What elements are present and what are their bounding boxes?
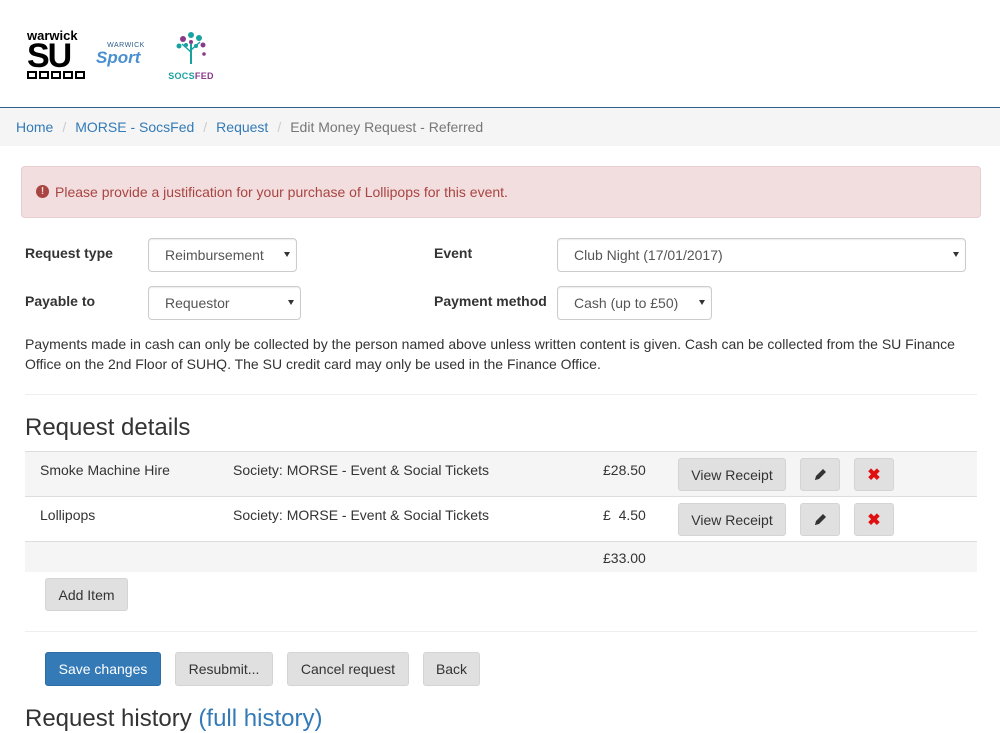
save-changes-button[interactable]: Save changes bbox=[45, 652, 161, 686]
request-details-heading: Request details bbox=[25, 414, 191, 441]
divider bbox=[25, 631, 977, 632]
table-total-row: £33.00 bbox=[25, 541, 977, 572]
full-history-link[interactable]: (full history) bbox=[198, 705, 322, 732]
site-header: warwick SU WARWICK Sport SOCSFED bbox=[0, 0, 1000, 108]
breadcrumb-current: Edit Money Request - Referred bbox=[290, 119, 484, 135]
warwick-su-logo[interactable]: warwick SU bbox=[27, 29, 89, 84]
breadcrumb-society-link[interactable]: MORSE - SocsFed bbox=[75, 119, 194, 135]
request-type-value: Reimbursement bbox=[165, 247, 264, 263]
breadcrumb-home-link[interactable]: Home bbox=[16, 119, 53, 135]
edit-item-button[interactable] bbox=[800, 458, 840, 491]
socsfed-logo-text: SOCSFED bbox=[168, 71, 214, 81]
breadcrumb-request-link[interactable]: Request bbox=[216, 119, 268, 135]
delete-item-button[interactable]: ✖ bbox=[854, 458, 894, 491]
chevron-down-icon bbox=[953, 252, 959, 257]
close-icon: ✖ bbox=[867, 466, 881, 484]
chevron-down-icon bbox=[699, 300, 705, 305]
item-amount: £ 4.50 bbox=[603, 507, 646, 523]
item-name: Lollipops bbox=[40, 507, 96, 523]
chevron-down-icon bbox=[284, 252, 290, 257]
cancel-request-button[interactable]: Cancel request bbox=[287, 652, 409, 686]
payable-to-select[interactable]: Requestor bbox=[148, 286, 301, 320]
event-select[interactable]: Club Night (17/01/2017) bbox=[557, 238, 966, 272]
breadcrumb-separator: / bbox=[203, 119, 208, 135]
pencil-icon bbox=[815, 513, 826, 525]
breadcrumb: Home / MORSE - SocsFed / Request / Edit … bbox=[0, 108, 1000, 146]
item-budget: Society: MORSE - Event & Social Tickets bbox=[233, 507, 489, 523]
pencil-icon bbox=[815, 468, 826, 480]
edit-item-button[interactable] bbox=[800, 503, 840, 536]
event-label: Event bbox=[434, 245, 473, 261]
event-value: Club Night (17/01/2017) bbox=[574, 247, 723, 263]
table-row: Lollipops Society: MORSE - Event & Socia… bbox=[25, 496, 977, 541]
view-receipt-button[interactable]: View Receipt bbox=[678, 503, 786, 536]
divider bbox=[25, 394, 977, 395]
request-history-title: Request history bbox=[25, 705, 192, 732]
item-amount: £28.50 bbox=[603, 462, 646, 478]
view-receipt-button[interactable]: View Receipt bbox=[678, 458, 786, 491]
payment-method-value: Cash (up to £50) bbox=[574, 295, 679, 311]
add-item-button[interactable]: Add Item bbox=[45, 578, 128, 611]
breadcrumb-separator: / bbox=[62, 119, 67, 135]
item-budget: Society: MORSE - Event & Social Tickets bbox=[233, 462, 489, 478]
delete-item-button[interactable]: ✖ bbox=[854, 503, 894, 536]
resubmit-button[interactable]: Resubmit... bbox=[175, 652, 273, 686]
payment-method-select[interactable]: Cash (up to £50) bbox=[557, 286, 712, 320]
exclamation-circle-icon: ! bbox=[36, 184, 49, 198]
chevron-down-icon bbox=[288, 300, 294, 305]
socsfed-logo[interactable]: SOCSFED bbox=[164, 30, 218, 84]
warwick-sport-logo[interactable]: WARWICK Sport bbox=[96, 42, 156, 72]
alert-text: Please provide a justification for your … bbox=[55, 184, 508, 200]
payment-method-label: Payment method bbox=[434, 293, 547, 309]
table-row: Smoke Machine Hire Society: MORSE - Even… bbox=[25, 451, 977, 496]
socsfed-tree-icon bbox=[176, 32, 206, 64]
request-history-heading: Request history (full history) bbox=[25, 705, 322, 733]
error-alert: ! Please provide a justification for you… bbox=[21, 166, 981, 218]
breadcrumb-separator: / bbox=[277, 119, 282, 135]
su-logo-boxes bbox=[27, 71, 89, 79]
sport-logo-big-text: Sport bbox=[96, 48, 141, 67]
su-logo-main-text: SU bbox=[27, 37, 72, 75]
close-icon: ✖ bbox=[867, 511, 881, 529]
cash-payment-note: Payments made in cash can only be collec… bbox=[25, 336, 955, 372]
request-type-select[interactable]: Reimbursement bbox=[148, 238, 297, 272]
total-amount: £33.00 bbox=[603, 550, 646, 566]
item-name: Smoke Machine Hire bbox=[40, 462, 170, 478]
request-type-label: Request type bbox=[25, 245, 113, 261]
payable-to-value: Requestor bbox=[165, 295, 230, 311]
payable-to-label: Payable to bbox=[25, 293, 96, 309]
back-button[interactable]: Back bbox=[423, 652, 480, 686]
